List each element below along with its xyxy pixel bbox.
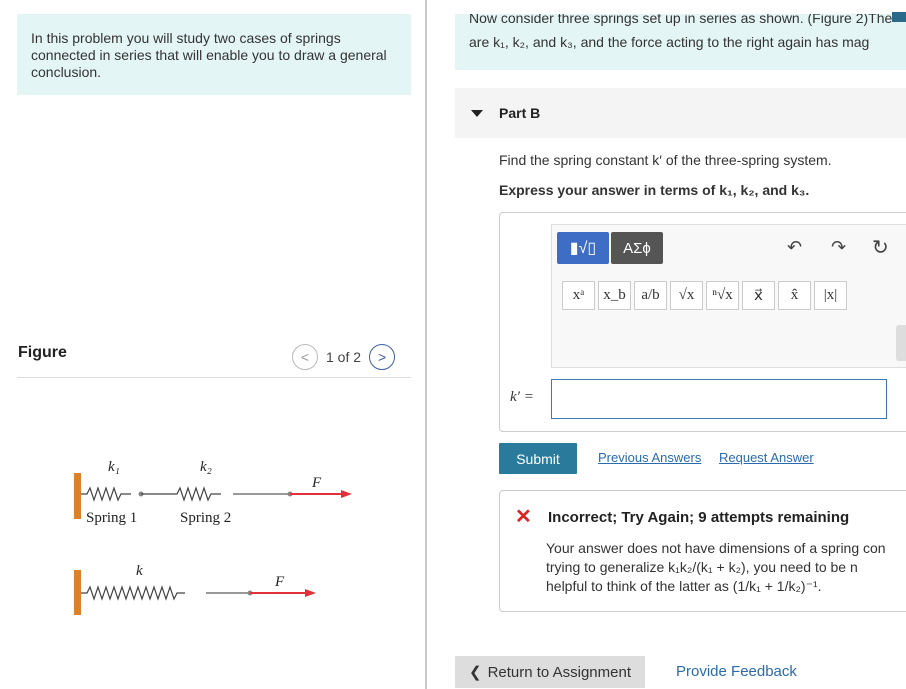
force-arrowhead-1 — [341, 490, 352, 498]
nth-root-button[interactable]: ⁿ√x — [706, 281, 739, 310]
feedback-panel: ✕ Incorrect; Try Again; 9 attempts remai… — [499, 490, 906, 612]
reset-icon[interactable]: ↻ — [872, 235, 889, 260]
figure-pager: < 1 of 2 > — [292, 344, 396, 370]
flag-icon — [892, 12, 906, 22]
spring1-k-label: k₁ — [108, 459, 120, 475]
feedback-line-1: Your answer does not have dimensions of … — [546, 540, 886, 556]
springs-figure: k₁ k₂ F⃗ Spring 1 Spring 2 k F⃗ — [74, 459, 352, 615]
spring2-name: Spring 2 — [180, 510, 231, 526]
spring2-k-label: k₂ — [200, 459, 212, 475]
math-palette: xᵃ x_b a/b √x ⁿ√x x⃗ x̂ |x| — [562, 281, 847, 310]
problem-context: Now consider three springs set up in ser… — [455, 14, 906, 70]
request-answer-link[interactable]: Request Answer — [719, 450, 814, 465]
caret-down-icon — [471, 109, 483, 117]
vector-button[interactable]: x⃗ — [742, 281, 775, 310]
collapse-toolbar-tab[interactable] — [896, 325, 906, 361]
feedback-title: Incorrect; Try Again; 9 attempts remaini… — [548, 509, 850, 526]
instruction-text: Express your answer in terms of k₁, k₂, … — [499, 182, 810, 198]
force-arrowhead-2 — [305, 589, 316, 597]
spring1-name: Spring 1 — [86, 510, 137, 526]
answer-label: k′ = — [510, 389, 534, 405]
incorrect-x-icon: ✕ — [515, 506, 532, 528]
abs-value-button[interactable]: |x| — [814, 281, 847, 310]
return-to-assignment-button[interactable]: ❮ Return to Assignment — [455, 656, 645, 688]
superscript-button[interactable]: xᵃ — [562, 281, 595, 310]
figure-divider — [17, 377, 411, 378]
undo-icon[interactable]: ↶ — [787, 237, 802, 258]
templates-button[interactable]: ▮√▯ — [557, 232, 609, 264]
provide-feedback-link[interactable]: Provide Feedback — [676, 663, 797, 680]
greek-symbols-button[interactable]: ΑΣϕ — [611, 232, 663, 264]
answer-input[interactable] — [551, 379, 887, 419]
feedback-line-2: trying to generalize k₁k₂/(k₁ + k₂), you… — [546, 559, 858, 575]
fraction-button[interactable]: a/b — [634, 281, 667, 310]
figure-prev-button[interactable]: < — [292, 344, 318, 370]
figure-next-button[interactable]: > — [369, 344, 396, 370]
context-line-1: Now consider three springs set up in ser… — [469, 14, 893, 26]
submit-button[interactable]: Submit — [499, 443, 577, 474]
math-toolbar: ▮√▯ ΑΣϕ ↶ ↷ ↻ xᵃ x_b a/b √x ⁿ√x x⃗ x̂ |x… — [551, 224, 906, 368]
right-pane: Now consider three springs set up in ser… — [427, 0, 906, 689]
single-k-label: k — [136, 563, 143, 579]
subscript-button[interactable]: x_b — [598, 281, 631, 310]
chevron-left-icon: ❮ — [469, 664, 482, 681]
single-spring-coil — [81, 585, 185, 601]
question-text: Find the spring constant k′ of the three… — [499, 152, 832, 168]
feedback-body: Your answer does not have dimensions of … — [546, 539, 906, 596]
part-b-header[interactable]: Part B — [455, 88, 906, 138]
spring-2-coil — [141, 486, 221, 502]
unit-vector-button[interactable]: x̂ — [778, 281, 811, 310]
figure-label: Figure — [18, 344, 67, 361]
wall-2 — [74, 570, 81, 615]
previous-answers-link[interactable]: Previous Answers — [598, 450, 701, 465]
part-b-title: Part B — [499, 105, 541, 121]
intro-text: In this problem you will study two cases… — [17, 14, 411, 95]
sqrt-button[interactable]: √x — [670, 281, 703, 310]
feedback-line-3: helpful to think of the latter as (1/k₁ … — [546, 578, 822, 594]
spring-1-coil — [81, 486, 131, 502]
force-label-1: F⃗ — [311, 475, 333, 491]
left-pane: In this problem you will study two cases… — [0, 0, 425, 689]
answer-panel: ▮√▯ ΑΣϕ ↶ ↷ ↻ xᵃ x_b a/b √x ⁿ√x x⃗ x̂ |x… — [499, 212, 906, 432]
context-line-2: are k₁, k₂, and k₃, and the force acting… — [469, 34, 870, 50]
redo-icon[interactable]: ↷ — [831, 237, 846, 258]
force-label-2: F⃗ — [274, 574, 296, 590]
figure-page-indicator: 1 of 2 — [326, 349, 362, 365]
return-label: Return to Assignment — [487, 663, 631, 681]
wall-1 — [74, 473, 81, 519]
